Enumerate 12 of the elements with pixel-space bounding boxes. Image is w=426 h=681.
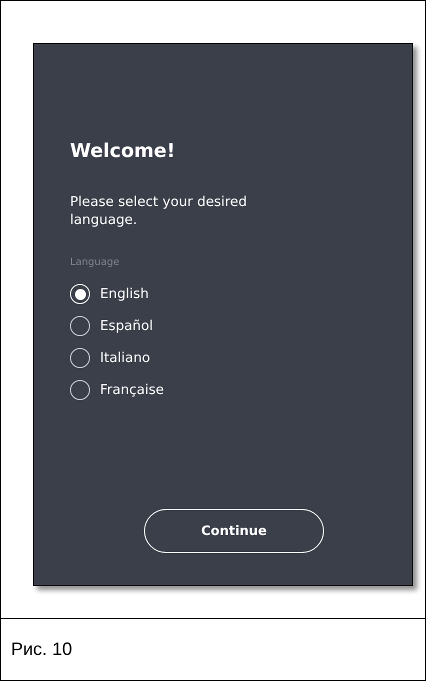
prompt-text: Please select your desired language. <box>70 193 248 229</box>
option-label[interactable]: Française <box>100 382 164 398</box>
radio-button[interactable] <box>70 316 90 336</box>
welcome-title: Welcome! <box>70 140 176 162</box>
continue-button[interactable]: Continue <box>144 509 324 553</box>
radio-button[interactable] <box>70 380 90 400</box>
radio-button[interactable] <box>70 348 90 368</box>
figure-caption: Рис. 10 <box>10 638 74 660</box>
option-label[interactable]: English <box>100 286 149 302</box>
option-label[interactable]: Italiano <box>100 350 150 366</box>
field-label: Language <box>70 257 120 268</box>
option-label[interactable]: Español <box>100 318 153 334</box>
